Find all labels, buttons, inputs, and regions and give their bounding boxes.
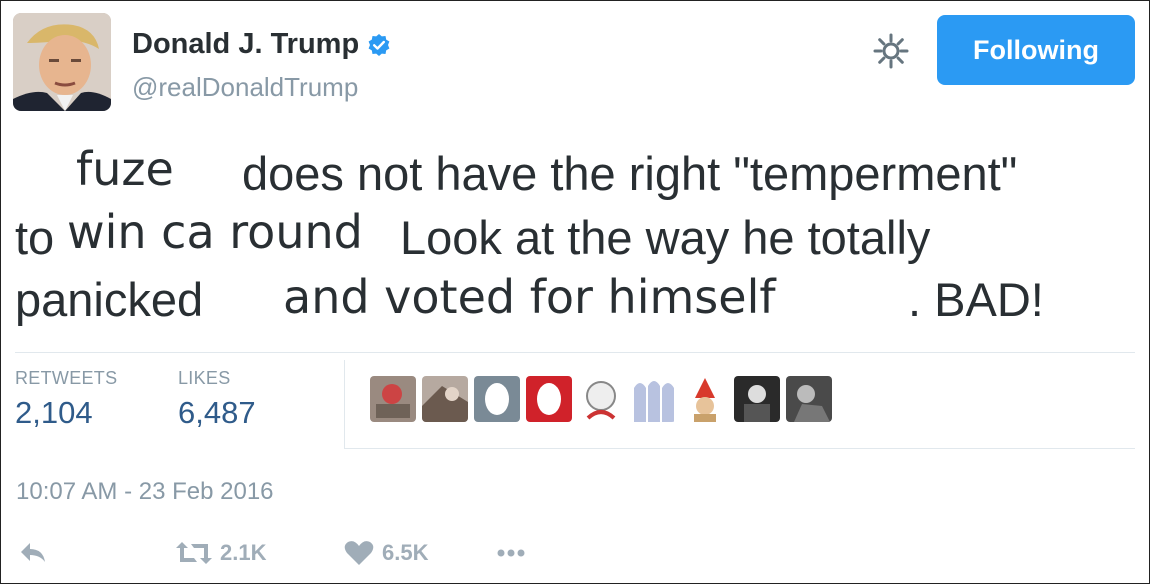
liker-avatar[interactable]: [734, 376, 780, 422]
likes-label: LIKES: [178, 368, 231, 388]
reply-button[interactable]: [18, 540, 48, 566]
tweet-segment: . BAD!: [908, 273, 1044, 326]
divider: [344, 448, 1135, 449]
like-count: 6.5K: [382, 540, 429, 565]
more-button[interactable]: [496, 540, 526, 566]
liker-avatar[interactable]: [474, 376, 520, 422]
retweet-icon: [176, 542, 212, 564]
retweet-button[interactable]: 2.1K: [176, 540, 266, 566]
heart-icon: [344, 541, 374, 565]
liker-avatar[interactable]: [526, 376, 572, 422]
liker-avatar[interactable]: [422, 376, 468, 422]
liker-avatar[interactable]: [630, 376, 676, 422]
divider: [15, 352, 1135, 353]
tweet-segment: to: [15, 211, 55, 264]
tweet-timestamp[interactable]: 10:07 AM - 23 Feb 2016: [16, 478, 274, 506]
retweets-count[interactable]: 2,104: [15, 395, 93, 431]
like-button[interactable]: 6.5K: [344, 540, 428, 566]
likers-avatars: [370, 376, 832, 422]
retweet-count: 2.1K: [220, 540, 267, 565]
divider: [344, 360, 345, 448]
tweet-segment: and voted for himself: [283, 270, 776, 324]
tweet-segment: panicked: [15, 273, 204, 326]
likes-count[interactable]: 6,487: [178, 395, 256, 431]
liker-avatar[interactable]: [370, 376, 416, 422]
tweet-text: fuze does not have the right "temperment…: [0, 0, 1150, 340]
retweets-label: RETWEETS: [15, 368, 118, 388]
liker-avatar[interactable]: [682, 376, 728, 422]
liker-avatar[interactable]: [578, 376, 624, 422]
tweet-segment: Look at the way he totally: [400, 211, 931, 264]
more-icon: [497, 549, 525, 557]
reply-icon: [21, 543, 45, 562]
tweet-segment: win ca round: [67, 205, 363, 259]
tweet-segment: fuze: [76, 142, 174, 196]
tweet-segment: does not have the right "temperment": [242, 147, 1018, 200]
liker-avatar[interactable]: [786, 376, 832, 422]
